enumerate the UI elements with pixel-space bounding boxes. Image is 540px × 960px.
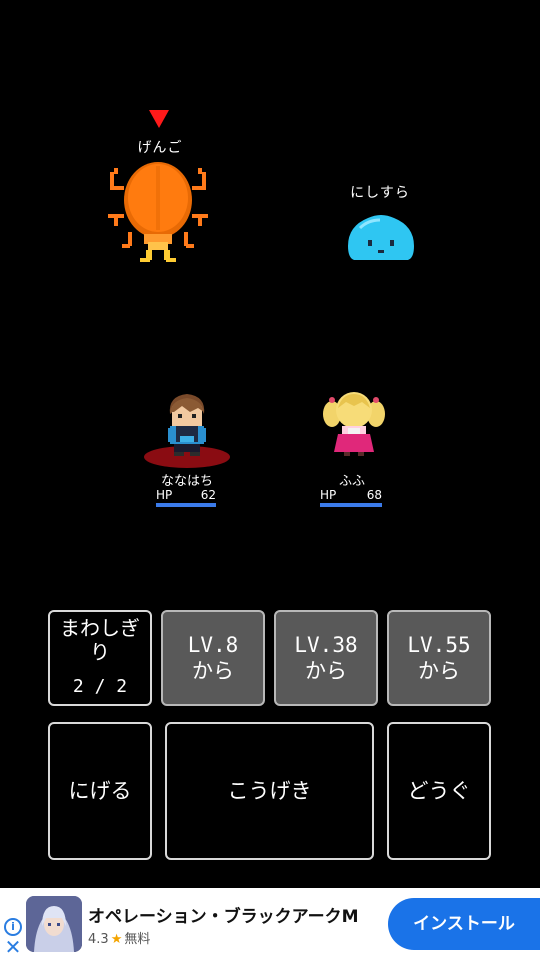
hero-sprite[interactable] [162, 392, 212, 458]
attack-label: こうげき [227, 779, 312, 803]
item-label: どうぐ [407, 779, 471, 803]
install-button[interactable]: インストール [388, 898, 540, 950]
enemy-name: げんご [137, 140, 183, 156]
ad-price: 無料 [124, 932, 151, 947]
skill-unlock-suffix: から [192, 659, 234, 683]
skill-uses: 2 / 2 [72, 676, 128, 697]
skill-unlock-suffix: から [305, 659, 347, 683]
girl-sprite[interactable] [322, 390, 386, 458]
skill-button-locked[interactable]: LV.55 から [387, 610, 491, 706]
battle-field: げんご にしすら ななはち HP 62 ふふ HP 68 [0, 0, 540, 600]
ad-close-icon[interactable]: ✕ [4, 937, 22, 957]
skill-unlock-level: LV.55 [407, 633, 471, 657]
skill-button-locked[interactable]: LV.38 から [274, 610, 378, 706]
star-icon: ★ [110, 932, 123, 947]
ad-banner[interactable]: i ✕ オペレーション・ブラックアークM 4.3 ★ 無料 インストール [0, 888, 540, 960]
skill-name-line1: まわしぎ [60, 616, 140, 640]
skill-name-line2: り [90, 640, 110, 664]
enemy-name: にしすら [350, 185, 410, 201]
run-button[interactable]: にげる [48, 722, 152, 860]
party-member-name: ななはち [160, 474, 213, 489]
hp-label: HP [156, 488, 173, 502]
skill-unlock-level: LV.38 [294, 633, 358, 657]
hp-display: HP 62 [156, 488, 216, 507]
slime-enemy-sprite[interactable] [346, 212, 416, 267]
hp-display: HP 68 [320, 488, 382, 507]
skill-unlock-level: LV.8 [187, 633, 239, 657]
hp-bar-fill [156, 503, 216, 507]
beetle-enemy-sprite[interactable] [106, 158, 210, 264]
hp-value: 62 [200, 488, 216, 502]
skill-button-locked[interactable]: LV.8 から [161, 610, 265, 706]
target-arrow-icon [149, 110, 169, 128]
ad-rating-value: 4.3 [88, 932, 109, 947]
skill-button-mawashigiri[interactable]: まわしぎ り 2 / 2 [48, 610, 152, 706]
ad-rating-row: 4.3 ★ 無料 [88, 928, 150, 947]
ad-app-icon[interactable] [26, 896, 82, 952]
ad-info-icon[interactable]: i [4, 918, 22, 936]
party-member-name: ふふ [338, 474, 365, 489]
skill-unlock-suffix: から [418, 659, 460, 683]
item-button[interactable]: どうぐ [387, 722, 491, 860]
hp-label: HP [320, 488, 337, 502]
hp-value: 68 [366, 488, 382, 502]
attack-button[interactable]: こうげき [165, 722, 374, 860]
run-label: にげる [68, 779, 132, 803]
hp-bar-fill [320, 503, 382, 507]
hp-bar [156, 503, 216, 507]
hp-bar [320, 503, 382, 507]
ad-title: オペレーション・ブラックアークM [88, 907, 359, 927]
